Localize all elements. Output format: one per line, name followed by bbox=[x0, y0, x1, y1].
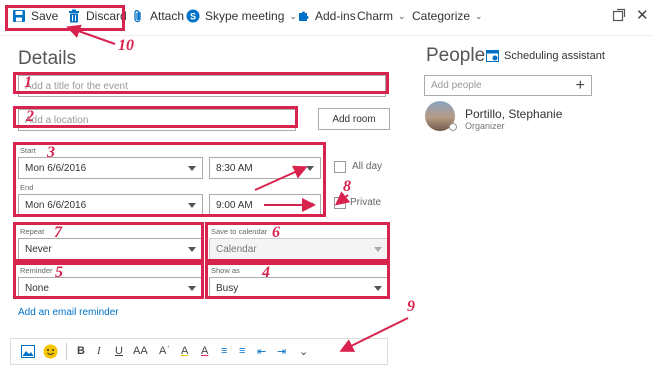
arrow-to-toolbar bbox=[66, 24, 116, 45]
annotation-arrows bbox=[66, 24, 409, 352]
arrow-to-private bbox=[334, 191, 351, 206]
arrow-to-start-time bbox=[254, 165, 308, 191]
arrow-to-format-bar bbox=[339, 317, 409, 352]
